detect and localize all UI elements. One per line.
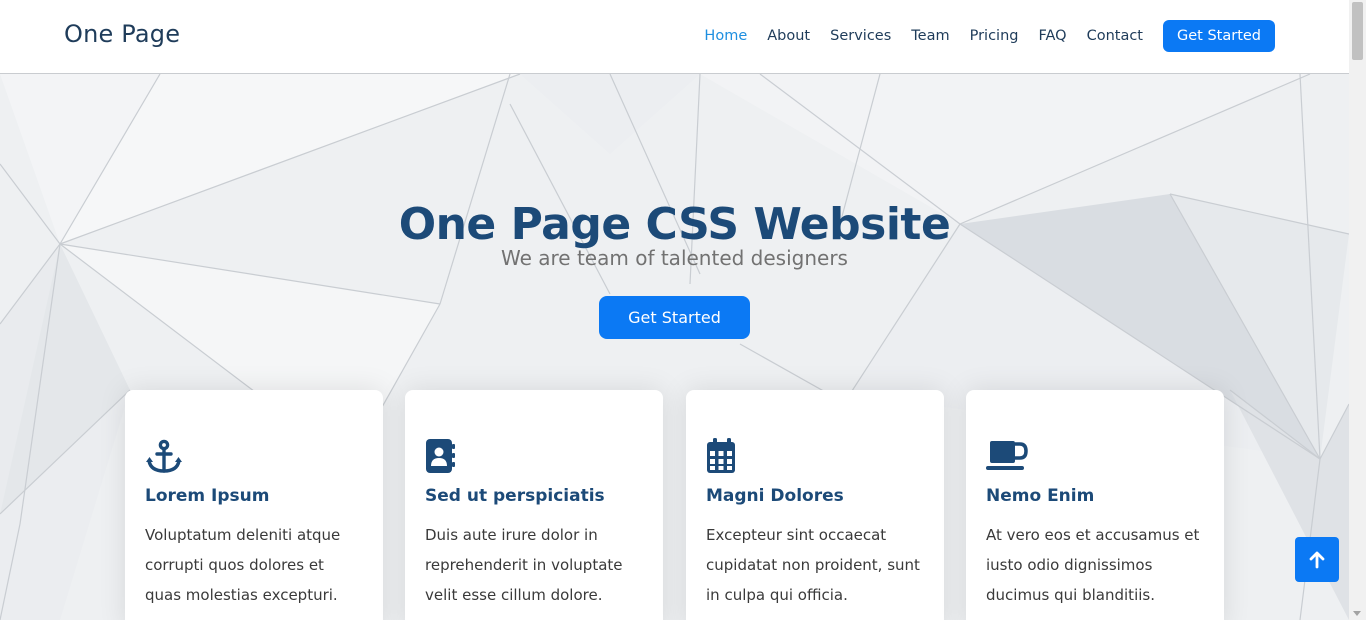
nav-link-services[interactable]: Services bbox=[830, 28, 891, 44]
service-card[interactable]: Sed ut perspiciatis Duis aute irure dolo… bbox=[405, 390, 663, 620]
address-book-icon bbox=[426, 439, 455, 473]
anchor-icon bbox=[146, 439, 182, 473]
site-header: One Page Home About Services Team Pricin… bbox=[0, 0, 1349, 74]
nav-link-faq[interactable]: FAQ bbox=[1038, 28, 1066, 44]
card-text: At vero eos et accusamus et iusto odio d… bbox=[986, 526, 1200, 604]
nav-link-contact[interactable]: Contact bbox=[1087, 28, 1143, 44]
arrow-up-icon bbox=[1309, 551, 1325, 568]
hero-title: One Page CSS Website bbox=[398, 199, 951, 251]
coffee-cup-icon bbox=[986, 441, 1028, 470]
card-title: Magni Dolores bbox=[706, 486, 844, 506]
site-logo[interactable]: One Page bbox=[64, 20, 180, 48]
hero-get-started-button[interactable]: Get Started bbox=[599, 296, 750, 339]
card-text: Excepteur sint occaecat cupidatat non pr… bbox=[706, 526, 920, 604]
nav-link-home[interactable]: Home bbox=[704, 28, 747, 44]
scroll-down-arrow-icon[interactable] bbox=[1353, 611, 1361, 616]
hero-section: One Page CSS Website We are team of tale… bbox=[0, 74, 1349, 620]
card-title: Sed ut perspiciatis bbox=[425, 486, 605, 506]
scrollbar-thumb[interactable] bbox=[1352, 2, 1363, 60]
back-to-top-button[interactable] bbox=[1295, 537, 1339, 582]
card-text: Voluptatum deleniti atque corrupti quos … bbox=[145, 526, 341, 604]
service-card[interactable]: Lorem Ipsum Voluptatum deleniti atque co… bbox=[125, 390, 383, 620]
header-get-started-button[interactable]: Get Started bbox=[1163, 20, 1275, 52]
main-nav: Home About Services Team Pricing FAQ Con… bbox=[684, 20, 1275, 52]
hero-subtitle: We are team of talented designers bbox=[501, 246, 848, 270]
card-title: Lorem Ipsum bbox=[145, 486, 270, 506]
service-card[interactable]: Magni Dolores Excepteur sint occaecat cu… bbox=[686, 390, 944, 620]
nav-link-about[interactable]: About bbox=[767, 28, 810, 44]
card-text: Duis aute irure dolor in reprehenderit i… bbox=[425, 526, 623, 604]
card-title: Nemo Enim bbox=[986, 486, 1095, 506]
nav-link-pricing[interactable]: Pricing bbox=[970, 28, 1019, 44]
service-card[interactable]: Nemo Enim At vero eos et accusamus et iu… bbox=[966, 390, 1224, 620]
page-scrollbar[interactable] bbox=[1349, 0, 1366, 620]
nav-link-team[interactable]: Team bbox=[911, 28, 949, 44]
calendar-icon bbox=[707, 438, 735, 473]
